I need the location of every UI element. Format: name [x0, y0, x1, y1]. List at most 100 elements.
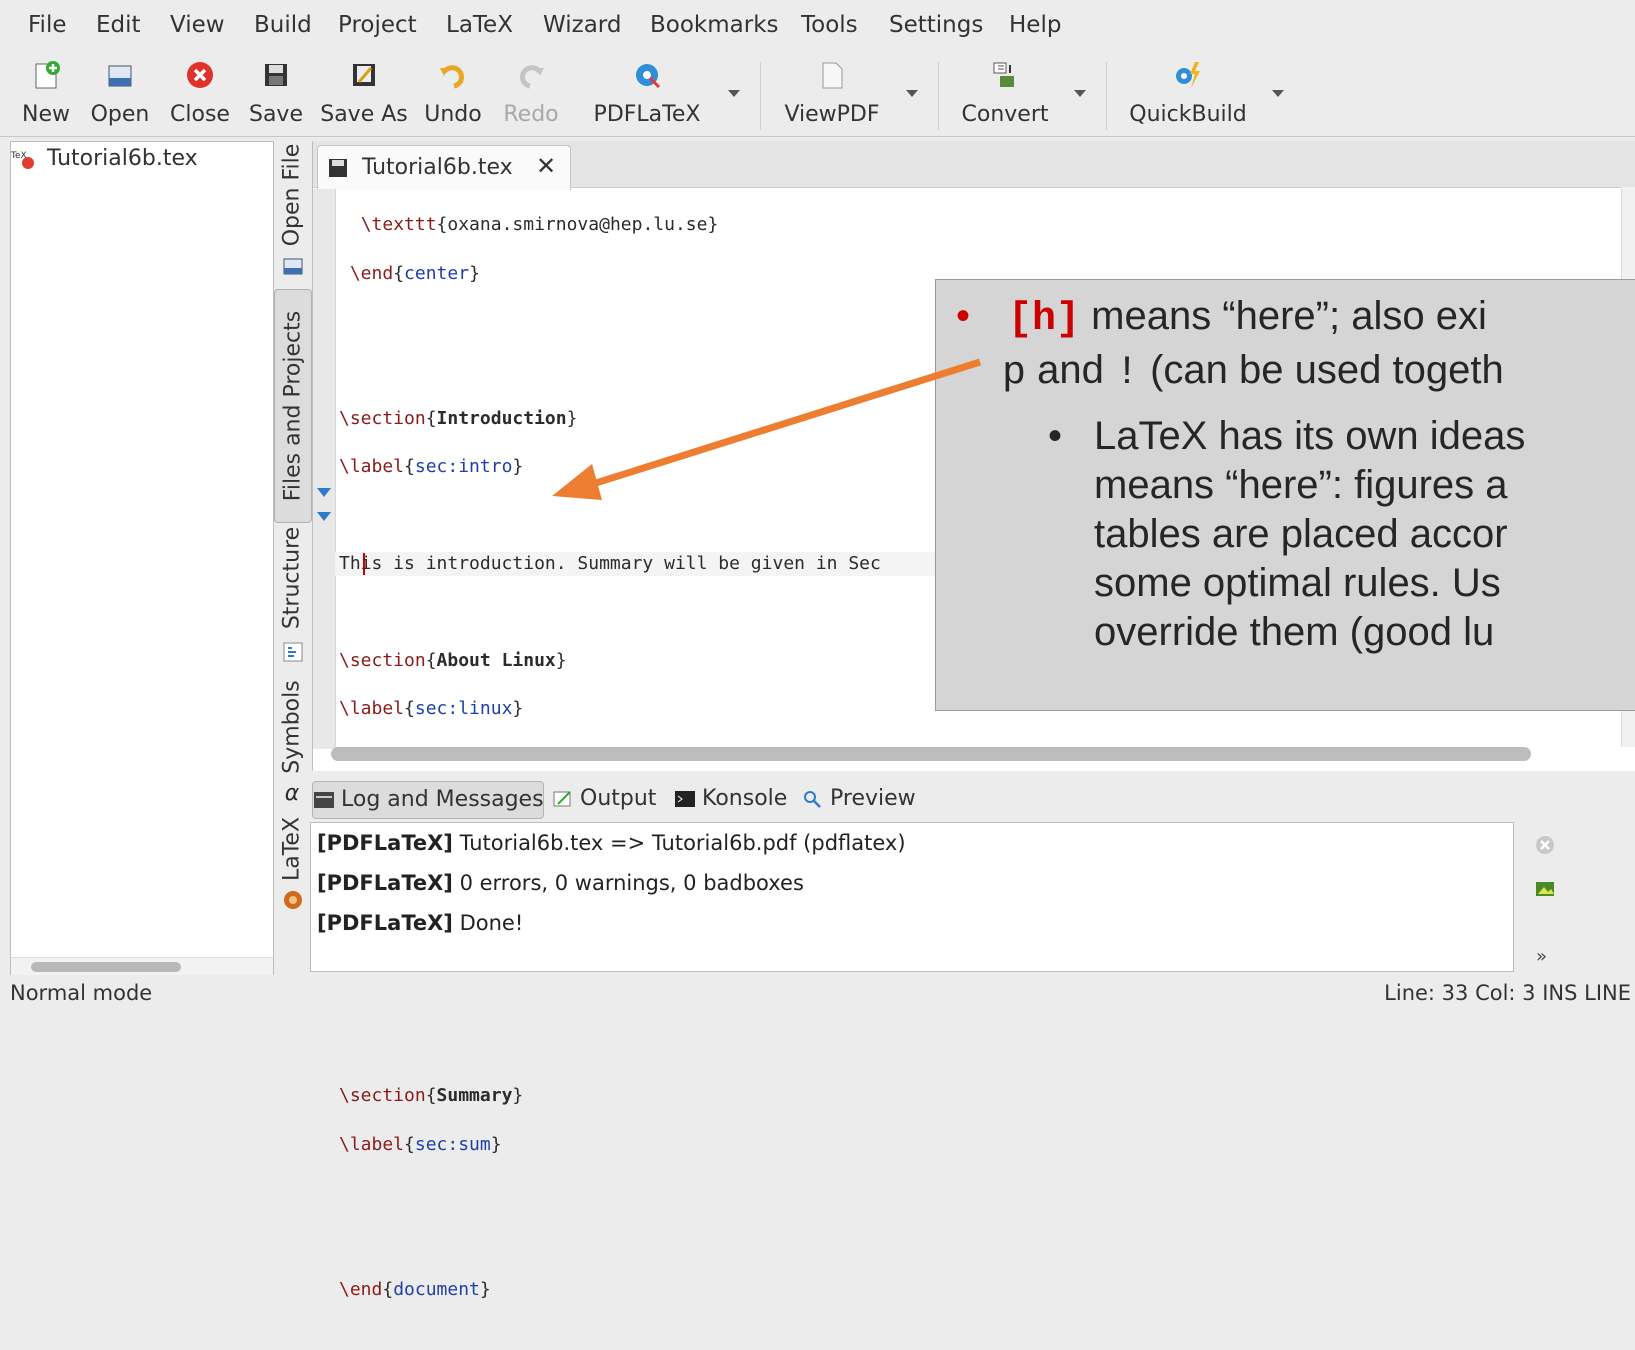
files-panel-hscroll-thumb[interactable]: [31, 962, 181, 972]
tab-latex-label: LaTeX: [279, 816, 305, 882]
quickbuild-dropdown-icon[interactable]: [1272, 90, 1284, 97]
file-entry-tutorial6b[interactable]: TeX Tutorial6b.tex: [11, 146, 198, 171]
tab-tutorial6b[interactable]: Tutorial6b.tex ✕: [317, 145, 571, 190]
open-folder-icon: [283, 258, 303, 275]
structure-tree-icon: [283, 642, 303, 662]
files-panel: TeX Tutorial6b.tex: [10, 141, 274, 1009]
tab-output-label: Output: [580, 786, 657, 811]
new-file-icon: [35, 61, 60, 89]
floppy-save-icon: [329, 159, 347, 177]
pdflatex-dropdown-icon[interactable]: [728, 90, 740, 97]
toolbar-separator: [938, 62, 939, 130]
tab-symbols[interactable]: Symbols: [274, 671, 310, 783]
close-button[interactable]: Close: [168, 56, 232, 134]
fold-marker-icon[interactable]: [317, 512, 331, 521]
viewpdf-dropdown-icon[interactable]: [906, 90, 918, 97]
callout-sub-line: tables are placed accor: [1094, 512, 1508, 556]
code-line: \end{document}: [339, 1278, 491, 1300]
menu-build[interactable]: Build: [254, 12, 312, 38]
tab-preview[interactable]: Preview: [802, 781, 916, 817]
tab-symbols-label: Symbols: [279, 680, 305, 774]
save-label: Save: [248, 102, 303, 127]
pdflatex-button[interactable]: PDFLaTeX: [590, 56, 704, 134]
callout-line-2: p and ! (can be used togeth: [1002, 346, 1504, 398]
save-as-button[interactable]: Save As: [320, 56, 408, 134]
tab-preview-label: Preview: [830, 786, 916, 811]
toolbar: New Open Close Save Save As Undo Redo PD…: [0, 52, 1635, 137]
menu-project[interactable]: Project: [338, 12, 417, 38]
tab-open-file[interactable]: Open File: [274, 141, 310, 249]
side-tab-bar: Open File Files and Projects Structure S…: [274, 141, 312, 961]
log-tag: [PDFLaTeX]: [317, 871, 453, 895]
callout-line-1: [h] means “here”; also exi: [1008, 292, 1487, 344]
toolbar-separator: [760, 62, 761, 130]
tab-latex[interactable]: LaTeX: [274, 809, 310, 889]
gear-compile-icon: [636, 64, 661, 89]
callout-sub-line: override them (good lu: [1094, 610, 1495, 654]
open-label: Open: [90, 102, 150, 127]
bottom-tab-bar: Log and Messages Output Konsole Preview: [312, 781, 1635, 819]
menu-help[interactable]: Help: [1009, 12, 1061, 38]
redo-button[interactable]: Redo: [500, 56, 562, 134]
callout-text: and: [1026, 348, 1115, 392]
new-label: New: [22, 102, 70, 127]
clear-log-icon[interactable]: [1534, 834, 1556, 856]
open-button[interactable]: Open: [88, 56, 152, 134]
quickbuild-button[interactable]: QuickBuild: [1126, 56, 1250, 134]
log-panel[interactable]: [PDFLaTeX] Tutorial6b.tex => Tutorial6b.…: [310, 822, 1514, 972]
tab-files-and-projects[interactable]: Files and Projects: [274, 289, 312, 523]
viewpdf-button[interactable]: ViewPDF: [780, 56, 884, 134]
open-folder-icon: [108, 65, 132, 87]
new-button[interactable]: New: [18, 56, 74, 134]
latex-lion-icon: [284, 891, 302, 909]
log-line: [PDFLaTeX] 0 errors, 0 warnings, 0 badbo…: [317, 871, 804, 895]
menu-tools[interactable]: Tools: [801, 12, 858, 38]
menu-file[interactable]: File: [28, 12, 67, 38]
image-view-icon[interactable]: [1534, 878, 1556, 900]
tab-structure-label: Structure: [279, 526, 305, 630]
callout-code-p: p: [1002, 351, 1027, 396]
log-tag: [PDFLaTeX]: [317, 911, 453, 935]
editor-hscroll-thumb[interactable]: [331, 747, 1531, 761]
menu-view[interactable]: View: [170, 12, 225, 38]
redo-arrow-icon: [520, 65, 544, 89]
tab-structure[interactable]: Structure: [274, 525, 310, 631]
close-icon: [187, 62, 213, 88]
output-icon: [553, 791, 571, 807]
alpha-symbol-icon: α: [284, 781, 300, 806]
menu-edit[interactable]: Edit: [96, 12, 141, 38]
code-line: \texttt{oxana.smirnova@hep.lu.se}: [360, 214, 719, 236]
save-button[interactable]: Save: [248, 56, 304, 134]
viewpdf-label: ViewPDF: [784, 102, 880, 127]
sub-bullet-dot: •: [1048, 414, 1063, 458]
callout-box: • [h] means “here”; also exi p and ! (ca…: [935, 279, 1635, 711]
line-gutter: [313, 189, 336, 749]
menu-settings[interactable]: Settings: [889, 12, 983, 38]
expand-chevron-icon[interactable]: »: [1536, 946, 1547, 967]
tab-close-icon[interactable]: ✕: [536, 152, 556, 180]
save-as-icon: [353, 64, 375, 86]
magnifier-icon: [804, 791, 821, 808]
menu-wizard[interactable]: Wizard: [543, 12, 621, 38]
pdflatex-label: PDFLaTeX: [593, 102, 701, 127]
tab-log-and-messages[interactable]: Log and Messages: [312, 781, 544, 819]
convert-label: Convert: [961, 102, 1049, 127]
callout-sub-line: means “here”: figures a: [1094, 463, 1508, 507]
terminal-icon: [675, 791, 695, 807]
log-tag: [PDFLaTeX]: [317, 831, 453, 855]
tab-konsole[interactable]: Konsole: [674, 781, 787, 817]
file-entry-label: Tutorial6b.tex: [47, 146, 198, 171]
status-mode: Normal mode: [10, 981, 153, 1005]
convert-dropdown-icon[interactable]: [1074, 90, 1086, 97]
convert-button[interactable]: Convert: [958, 56, 1052, 134]
redo-label: Redo: [503, 102, 559, 127]
fold-marker-icon[interactable]: [317, 488, 331, 497]
callout-text: (can be used togeth: [1139, 348, 1504, 392]
menu-bookmarks[interactable]: Bookmarks: [650, 12, 779, 38]
menu-latex[interactable]: LaTeX: [446, 12, 513, 38]
floppy-save-icon: [265, 64, 287, 86]
tab-output[interactable]: Output: [552, 781, 656, 817]
undo-button[interactable]: Undo: [422, 56, 484, 134]
